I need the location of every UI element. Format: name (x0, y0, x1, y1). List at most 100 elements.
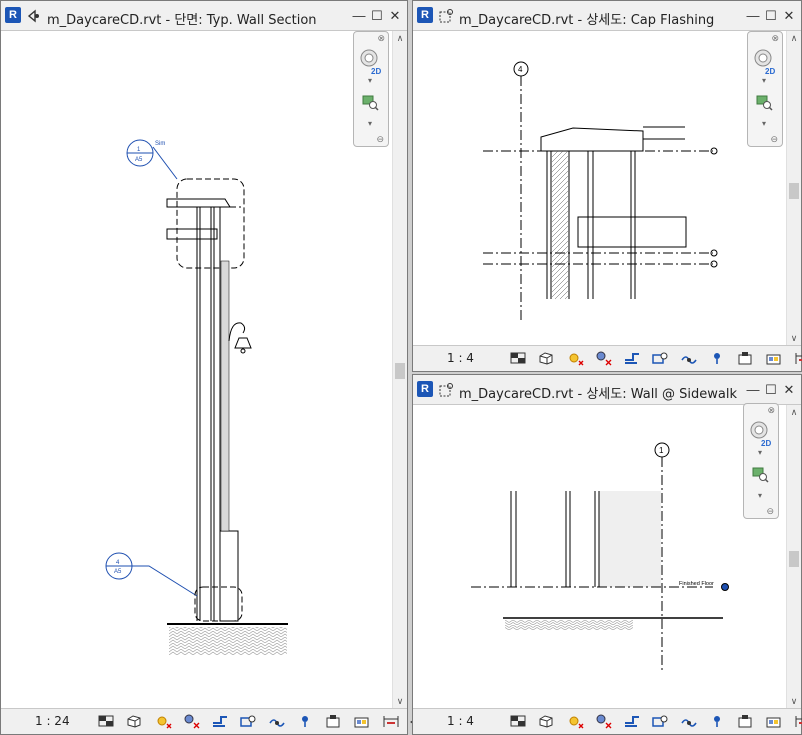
window-titlebar[interactable]: R m_DaycareCD.rvt - 상세도: Cap Flashing — ☐… (413, 1, 801, 31)
grid-label: 1 (659, 446, 664, 455)
maximize-button[interactable]: ☐ (763, 382, 779, 398)
show-crop-icon[interactable] (651, 713, 669, 729)
analysis-icon[interactable] (794, 713, 802, 729)
analysis-icon[interactable] (794, 350, 802, 366)
scroll-up-button[interactable]: ∧ (393, 31, 407, 45)
detail-level-icon[interactable] (509, 350, 527, 366)
drawing-canvas[interactable]: 1 A5 Sim 4 A5 (1, 31, 393, 708)
view-window-cap-flashing[interactable]: R m_DaycareCD.rvt - 상세도: Cap Flashing — ☐… (412, 0, 802, 372)
navbar-close-icon[interactable]: ⊗ (767, 405, 775, 416)
navbar-minimize-icon[interactable]: ⊖ (766, 506, 774, 517)
zoom-icon[interactable] (361, 94, 381, 112)
design-options-icon[interactable] (765, 713, 783, 729)
scroll-thumb[interactable] (789, 183, 799, 199)
revit-app-icon[interactable]: R (417, 381, 433, 397)
wall-sidewalk-drawing[interactable]: 1 Finished Floor (413, 405, 787, 708)
wheel-more-icon[interactable]: ▾ (758, 448, 762, 457)
detail-level-icon[interactable] (509, 713, 527, 729)
scroll-up-button[interactable]: ∧ (787, 31, 801, 45)
close-button[interactable]: ✕ (387, 8, 403, 24)
visual-style-icon[interactable] (125, 713, 143, 729)
zoom-more-icon[interactable]: ▾ (368, 119, 372, 128)
vertical-scrollbar[interactable]: ∧ ∨ (786, 405, 801, 708)
view-scale[interactable]: 1 : 4 (447, 714, 474, 728)
maximize-button[interactable]: ☐ (369, 8, 385, 24)
navbar-minimize-icon[interactable]: ⊖ (376, 134, 384, 145)
maximize-button[interactable]: ☐ (763, 8, 779, 24)
vertical-scrollbar[interactable]: ∧ ∨ (786, 31, 801, 345)
crop-view-icon[interactable] (623, 350, 641, 366)
navbar-close-icon[interactable]: ⊗ (771, 33, 779, 44)
navigation-bar[interactable]: ⊗ 2D ▾ ▾ ⊖ (353, 31, 389, 147)
temporary-hide-icon[interactable] (680, 350, 698, 366)
view-control-bar[interactable]: 1 : 24 <> (1, 708, 428, 734)
minimize-button[interactable]: — (351, 8, 367, 24)
scroll-thumb[interactable] (395, 363, 405, 379)
show-crop-icon[interactable] (239, 713, 257, 729)
wheel-2d-label: 2D (371, 67, 382, 76)
window-titlebar[interactable]: R m_DaycareCD.rvt - 상세도: Wall @ Sidewalk… (413, 375, 801, 405)
worksharing-icon[interactable] (737, 713, 755, 729)
worksharing-icon[interactable] (737, 350, 755, 366)
temporary-hide-icon[interactable] (680, 713, 698, 729)
navbar-close-icon[interactable]: ⊗ (377, 33, 385, 44)
view-window-wall-section[interactable]: R m_DaycareCD.rvt - 단면: Typ. Wall Sectio… (0, 0, 428, 735)
wheel-more-icon[interactable]: ▾ (368, 76, 372, 85)
view-scale[interactable]: 1 : 4 (447, 351, 474, 365)
design-options-icon[interactable] (353, 713, 371, 729)
show-crop-icon[interactable] (651, 350, 669, 366)
drawing-canvas[interactable]: 1 Finished Floor (413, 405, 787, 708)
window-titlebar[interactable]: R m_DaycareCD.rvt - 단면: Typ. Wall Sectio… (1, 1, 407, 31)
level-head[interactable] (710, 260, 718, 268)
drawing-canvas[interactable]: 4 (413, 31, 787, 345)
crop-view-icon[interactable] (623, 713, 641, 729)
scroll-up-button[interactable]: ∧ (787, 405, 801, 419)
visual-style-icon[interactable] (537, 713, 555, 729)
navigation-bar[interactable]: ⊗ 2D ▾ ▾ ⊖ (747, 31, 783, 147)
analysis-icon[interactable] (382, 713, 400, 729)
minimize-button[interactable]: — (745, 382, 761, 398)
wheel-more-icon[interactable]: ▾ (762, 76, 766, 85)
reveal-hidden-icon[interactable] (708, 713, 726, 729)
scroll-down-button[interactable]: ∨ (787, 694, 801, 708)
shadows-icon[interactable] (594, 713, 612, 729)
zoom-more-icon[interactable]: ▾ (758, 491, 762, 500)
zoom-icon[interactable] (755, 94, 775, 112)
wall-section-drawing[interactable]: 1 A5 Sim 4 A5 (1, 31, 393, 708)
navbar-minimize-icon[interactable]: ⊖ (770, 134, 778, 145)
scroll-down-button[interactable]: ∨ (393, 694, 407, 708)
view-control-bar[interactable]: 1 : 4 (413, 345, 802, 371)
revit-app-icon[interactable]: R (5, 7, 21, 23)
sun-path-icon[interactable] (566, 713, 584, 729)
view-scale[interactable]: 1 : 24 (35, 714, 70, 728)
shadows-icon[interactable] (182, 713, 200, 729)
level-head[interactable] (710, 249, 718, 257)
shadows-icon[interactable] (594, 350, 612, 366)
scroll-thumb[interactable] (789, 551, 799, 567)
sun-path-icon[interactable] (154, 713, 172, 729)
cap-flashing-drawing[interactable]: 4 (413, 31, 787, 345)
vertical-scrollbar[interactable]: ∧ ∨ (392, 31, 407, 708)
visual-style-icon[interactable] (537, 350, 555, 366)
level-head[interactable] (710, 147, 718, 155)
scroll-down-button[interactable]: ∨ (787, 331, 801, 345)
design-options-icon[interactable] (765, 350, 783, 366)
temporary-hide-icon[interactable] (268, 713, 286, 729)
navigation-bar[interactable]: ⊗ 2D ▾ ▾ ⊖ (743, 403, 779, 519)
detail-level-icon[interactable] (97, 713, 115, 729)
callout-boundary[interactable] (194, 586, 243, 622)
minimize-button[interactable]: — (745, 8, 761, 24)
worksharing-icon[interactable] (325, 713, 343, 729)
sun-path-icon[interactable] (566, 350, 584, 366)
reveal-hidden-icon[interactable] (296, 713, 314, 729)
revit-app-icon[interactable]: R (417, 7, 433, 23)
level-head[interactable] (721, 583, 729, 591)
zoom-more-icon[interactable]: ▾ (762, 119, 766, 128)
view-window-wall-sidewalk[interactable]: R m_DaycareCD.rvt - 상세도: Wall @ Sidewalk… (412, 374, 802, 735)
zoom-icon[interactable] (751, 466, 771, 484)
crop-view-icon[interactable] (211, 713, 229, 729)
close-button[interactable]: ✕ (781, 8, 797, 24)
view-control-bar[interactable]: 1 : 4 (413, 708, 802, 734)
reveal-hidden-icon[interactable] (708, 350, 726, 366)
close-button[interactable]: ✕ (781, 382, 797, 398)
